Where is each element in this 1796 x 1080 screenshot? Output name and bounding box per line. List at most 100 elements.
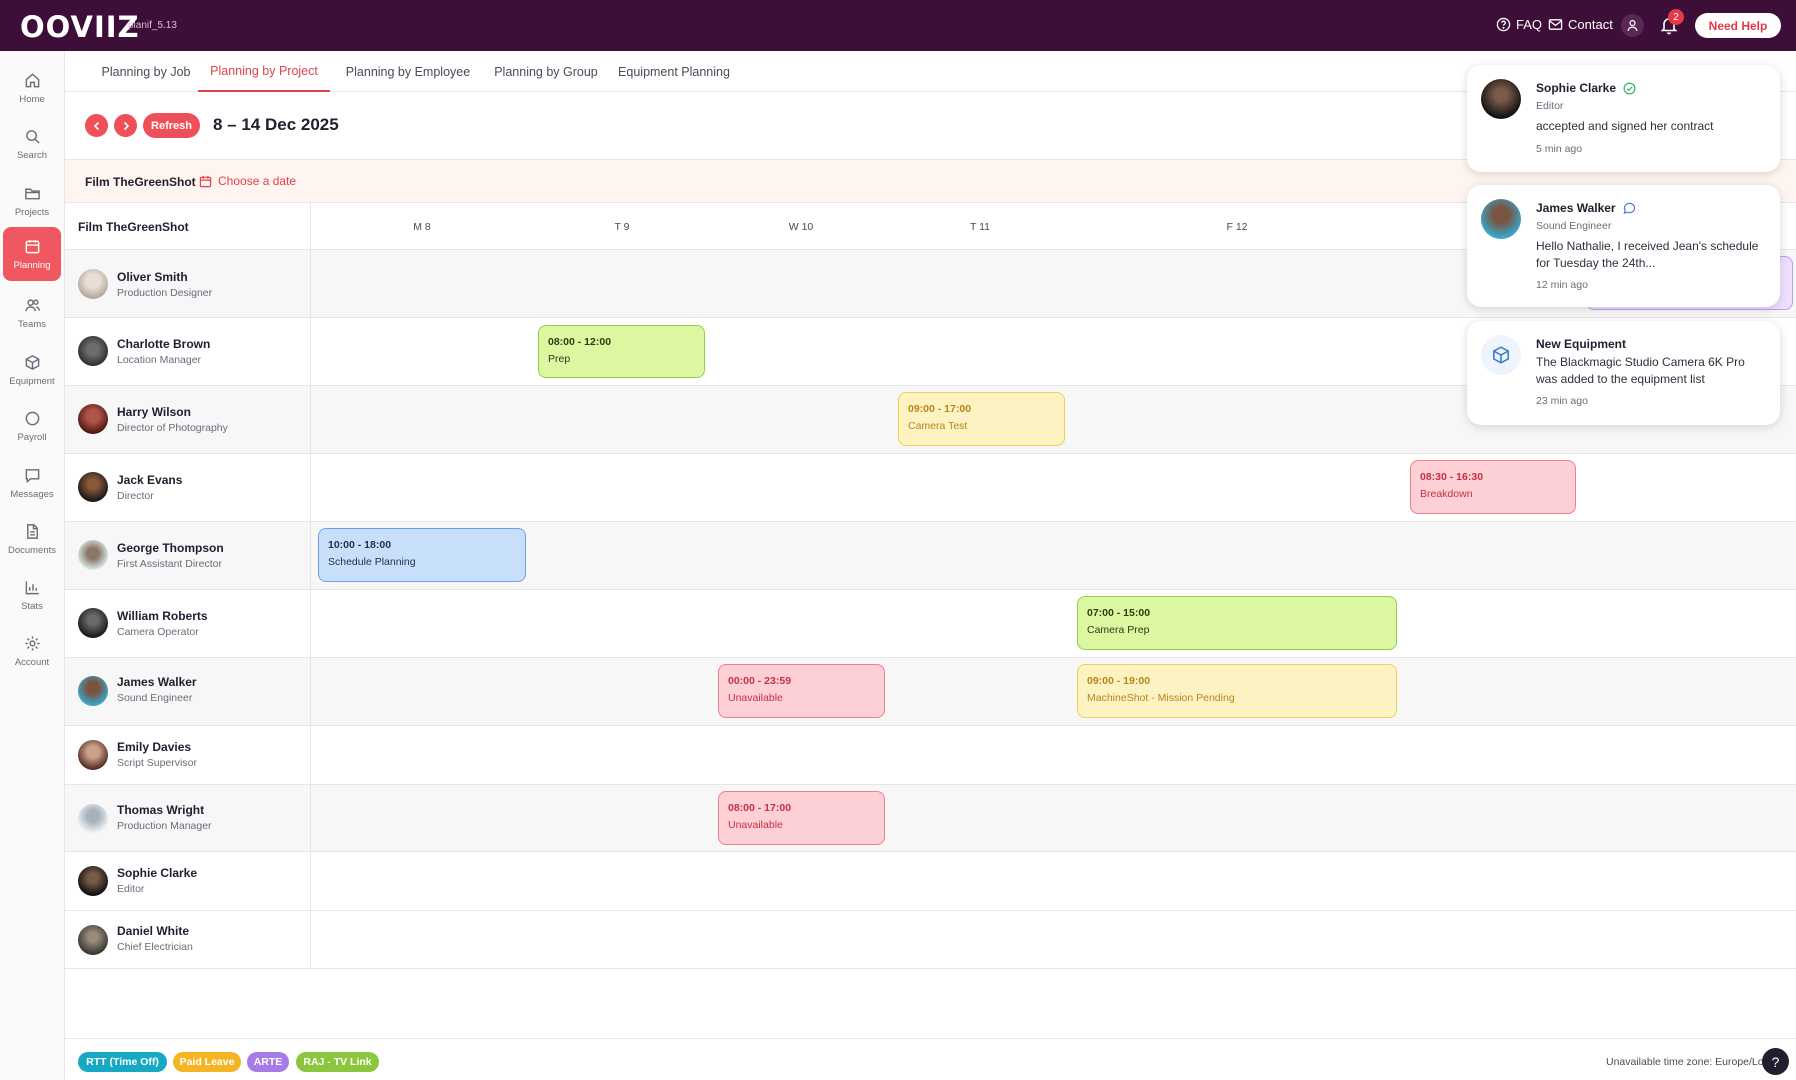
sidebar-item-planning[interactable]: Planning xyxy=(3,227,61,281)
event-block[interactable]: 08:30 - 16:30 Breakdown xyxy=(1410,460,1576,514)
notification-name: Sophie Clarke xyxy=(1536,81,1617,95)
avatar xyxy=(78,540,108,570)
notification-title: James Walker xyxy=(1536,201,1636,215)
sidebar-item-stats[interactable]: Stats xyxy=(3,568,61,622)
avatar xyxy=(78,676,108,706)
legend-chip[interactable]: RTT (Time Off) xyxy=(78,1052,167,1072)
employee-name[interactable]: Charlotte Brown xyxy=(117,337,210,351)
choose-date-button[interactable]: Choose a date xyxy=(199,174,296,188)
event-block[interactable]: 09:00 - 17:00 Camera Test xyxy=(898,392,1065,446)
legend-chip[interactable]: RAJ - TV Link xyxy=(296,1052,379,1072)
notification-title: Sophie Clarke xyxy=(1536,81,1636,95)
notification-name: James Walker xyxy=(1536,201,1616,215)
employee-name[interactable]: George Thompson xyxy=(117,541,224,555)
faq-link[interactable]: FAQ xyxy=(1496,17,1542,32)
employee-name[interactable]: Sophie Clarke xyxy=(117,866,197,880)
employee-name[interactable]: William Roberts xyxy=(117,609,208,623)
day-header: T 11 xyxy=(969,221,991,233)
employee-name[interactable]: James Walker xyxy=(117,675,197,689)
app-logo[interactable]: OOVIIZ xyxy=(20,10,140,44)
sidebar-item-messages[interactable]: Messages xyxy=(3,456,61,510)
event-time: 09:00 - 19:00 xyxy=(1087,675,1151,687)
employee-role: Location Manager xyxy=(117,354,202,366)
employee-role: Camera Operator xyxy=(117,626,199,638)
employee-name[interactable]: Emily Davies xyxy=(117,740,191,754)
help-button[interactable]: ? xyxy=(1762,1048,1789,1075)
day-header: M 8 xyxy=(413,221,431,233)
choose-date-label: Choose a date xyxy=(218,174,297,188)
document-icon xyxy=(26,523,38,539)
event-time: 08:00 - 12:00 xyxy=(548,336,612,348)
need-help-button[interactable]: Need Help xyxy=(1695,13,1781,38)
notification-time: 5 min ago xyxy=(1536,143,1583,155)
event-label: Breakdown xyxy=(1420,488,1473,500)
sidebar-item-search[interactable]: Search xyxy=(3,117,61,171)
gear-icon xyxy=(24,635,40,651)
tab-equipment-planning[interactable]: Equipment Planning xyxy=(611,51,737,92)
sidebar-item-label: Search xyxy=(16,149,48,161)
sidebar-item-teams[interactable]: Teams xyxy=(3,286,61,340)
question-circle-icon xyxy=(1496,17,1511,32)
employee-name[interactable]: Daniel White xyxy=(117,924,189,938)
sidebar-item-account[interactable]: Account xyxy=(3,624,61,678)
calendar-icon xyxy=(25,239,39,253)
table-row: Sophie Clarke Editor xyxy=(65,852,1796,911)
sidebar-item-documents[interactable]: Documents xyxy=(3,512,61,566)
sidebar-item-label: Documents xyxy=(7,544,57,556)
sidebar-item-label: Messages xyxy=(10,488,54,500)
circle-icon xyxy=(25,411,39,425)
sidebar-item-payroll[interactable]: Payroll xyxy=(3,399,61,453)
column-divider xyxy=(310,203,311,969)
sidebar-item-label: Stats xyxy=(21,600,43,612)
event-block[interactable]: 07:00 - 15:00 Camera Prep xyxy=(1077,596,1397,650)
contact-link[interactable]: Contact xyxy=(1548,17,1613,32)
event-label: Camera Test xyxy=(908,420,968,432)
notification-body: Hello Nathalie, I received Jean's schedu… xyxy=(1536,239,1759,270)
chat-bubble-icon xyxy=(1622,202,1635,214)
contact-label: Contact xyxy=(1568,17,1613,32)
table-row: Emily Davies Script Supervisor xyxy=(65,726,1796,785)
notification-card[interactable]: Sophie Clarke Editor accepted and signed… xyxy=(1467,65,1780,172)
sidebar: Home Search Projects Planning Teams Equi… xyxy=(0,51,65,1080)
event-block[interactable]: 08:00 - 17:00 Unavailable xyxy=(718,791,885,845)
day-header: T 9 xyxy=(614,221,630,233)
notification-card[interactable]: James Walker Sound Engineer Hello Nathal… xyxy=(1467,185,1780,307)
avatar xyxy=(78,608,108,638)
employee-name[interactable]: Harry Wilson xyxy=(117,405,191,419)
avatar xyxy=(78,472,108,502)
legend-chip[interactable]: Paid Leave xyxy=(173,1052,241,1072)
notification-body: The Blackmagic Studio Camera 6K Pro was … xyxy=(1536,355,1745,386)
notification-time: 23 min ago xyxy=(1536,395,1588,407)
user-profile-button[interactable] xyxy=(1621,14,1644,37)
sidebar-item-equipment[interactable]: Equipment xyxy=(3,343,61,397)
event-time: 08:30 - 16:30 xyxy=(1420,471,1484,483)
event-block[interactable]: 09:00 - 19:00 MachineShot - Mission Pend… xyxy=(1077,664,1397,718)
event-label: Unavailable xyxy=(728,692,783,704)
tab-planning-by-project[interactable]: Planning by Project xyxy=(198,51,330,92)
sidebar-item-projects[interactable]: Projects xyxy=(3,174,61,228)
tab-planning-by-group[interactable]: Planning by Group xyxy=(483,51,609,92)
event-block[interactable]: 00:00 - 23:59 Unavailable xyxy=(718,664,885,718)
legend-chip[interactable]: ARTE xyxy=(247,1052,289,1072)
employee-name[interactable]: Jack Evans xyxy=(117,473,182,487)
event-label: Prep xyxy=(548,353,571,365)
next-week-button[interactable] xyxy=(114,114,137,137)
faq-label: FAQ xyxy=(1516,17,1543,32)
refresh-button[interactable]: Refresh xyxy=(143,113,200,138)
sidebar-item-home[interactable]: Home xyxy=(3,61,61,115)
employee-role: Production Designer xyxy=(117,287,213,299)
event-block[interactable]: 10:00 - 18:00 Schedule Planning xyxy=(318,528,526,582)
users-icon xyxy=(24,298,40,311)
day-header: F 12 xyxy=(1226,221,1248,233)
employee-name[interactable]: Oliver Smith xyxy=(117,270,188,284)
previous-week-button[interactable] xyxy=(85,114,108,137)
notification-subtitle: Sound Engineer xyxy=(1536,220,1612,232)
employee-role: Script Supervisor xyxy=(117,757,197,769)
notification-card[interactable]: New Equipment The Blackmagic Studio Came… xyxy=(1467,321,1780,425)
message-icon xyxy=(25,468,39,483)
tab-planning-by-employee[interactable]: Planning by Employee xyxy=(337,51,479,92)
employee-role: Sound Engineer xyxy=(117,692,193,704)
employee-name[interactable]: Thomas Wright xyxy=(117,803,204,817)
event-block[interactable]: 08:00 - 12:00 Prep xyxy=(538,325,705,378)
tab-planning-by-job[interactable]: Planning by Job xyxy=(85,51,207,92)
